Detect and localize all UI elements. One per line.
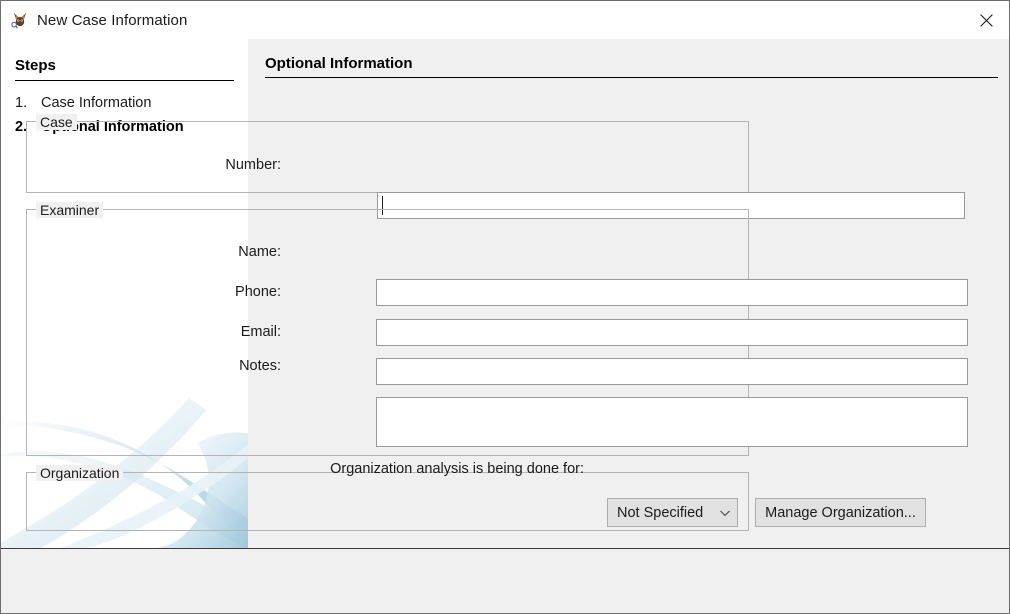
step-label: Case Information [41,95,152,111]
case-number-label: Number: [225,157,281,173]
steps-divider [15,80,234,81]
examiner-email-label: Email: [240,324,281,340]
examiner-notes-input[interactable] [376,397,968,447]
organization-select[interactable]: Not Specified [607,498,738,527]
dialog-body: Steps 1. Case Information 2. Optional In… [1,39,1009,548]
manage-organization-button[interactable]: Manage Organization... [755,498,926,527]
title-bar: New Case Information [1,1,1009,39]
window-title: New Case Information [37,11,188,29]
examiner-phone-input[interactable] [376,319,968,346]
examiner-name-input[interactable] [376,279,968,306]
case-group-legend: Case [36,114,77,130]
examiner-notes-label: Notes: [239,358,281,374]
close-icon[interactable] [963,1,1009,39]
steps-heading: Steps [15,57,56,74]
step-item-case-information[interactable]: 1. Case Information [15,94,240,113]
examiner-name-label: Name: [238,244,281,260]
organization-prompt-label: Organization analysis is being done for: [330,461,584,477]
step-number: 1. [15,95,28,111]
organization-selected-value: Not Specified [617,504,704,521]
footer-bar: < Back Next > Finish Cancel Help [1,549,1009,613]
page-title: Optional Information [265,55,413,72]
new-case-information-dialog: New Case Information Steps 1. Case Infor… [0,0,1010,614]
examiner-group-legend: Examiner [36,202,104,218]
examiner-email-input[interactable] [376,358,968,385]
chevron-down-icon [719,509,731,517]
page-title-divider [265,77,998,78]
examiner-phone-label: Phone: [235,284,281,300]
autopsy-app-icon [11,11,29,29]
